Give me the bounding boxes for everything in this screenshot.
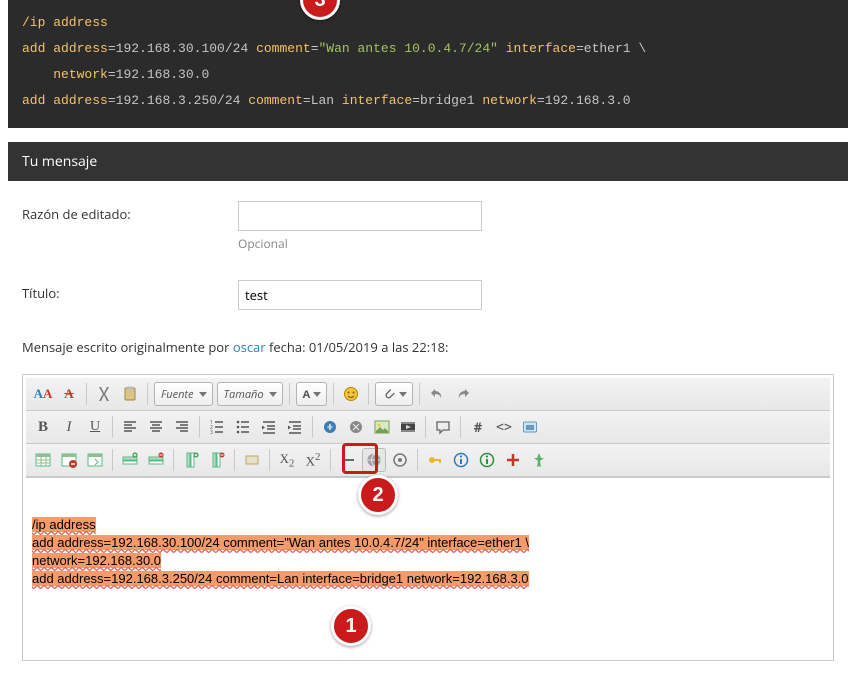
annotation-badge-2: 2: [358, 475, 398, 515]
video-button[interactable]: [396, 415, 420, 439]
info-green-button[interactable]: [475, 448, 499, 472]
separator-icon: [460, 416, 461, 438]
superscript-button[interactable]: X2: [301, 448, 325, 472]
separator-icon: [312, 416, 313, 438]
emoji-button[interactable]: [339, 382, 363, 406]
font-color-select[interactable]: A: [296, 382, 328, 406]
target-button[interactable]: [388, 448, 412, 472]
hash-button[interactable]: #: [466, 415, 490, 439]
separator-icon: [269, 449, 270, 471]
code-line: add address=192.168.30.100/24 comment="W…: [22, 36, 834, 62]
svg-text:3: 3: [210, 430, 213, 435]
toolbar-row-3: X2 X2: [26, 444, 830, 477]
unlink-button[interactable]: [344, 415, 368, 439]
separator-icon: [112, 416, 113, 438]
title-label: Título:: [22, 280, 238, 302]
separator-icon: [333, 383, 334, 405]
annotation-box-2: [342, 443, 378, 474]
plus-button[interactable]: [501, 448, 525, 472]
col-delete-button[interactable]: [205, 448, 229, 472]
toolbar-row-2: B I U 123 # <>: [26, 411, 830, 444]
underline-button[interactable]: U: [83, 415, 107, 439]
table-props-button[interactable]: [83, 448, 107, 472]
editor-text: /ip address: [32, 517, 96, 532]
separator-icon: [173, 449, 174, 471]
separator-icon: [86, 383, 87, 405]
editor-text: add address=192.168.3.250/24 comment=Lan…: [32, 571, 529, 586]
size-select[interactable]: Tamaño: [217, 382, 283, 406]
ordered-list-button[interactable]: 123: [205, 415, 229, 439]
editor-text: network=192.168.30.0: [32, 553, 161, 568]
separator-icon: [419, 383, 420, 405]
original-message-info: Mensaje escrito originalmente por oscar …: [22, 338, 834, 356]
key-button[interactable]: [423, 448, 447, 472]
bold-button[interactable]: B: [31, 415, 55, 439]
separator-icon: [330, 449, 331, 471]
rich-text-editor: AA A Fuente Tamaño A B: [22, 374, 834, 661]
text-color-button[interactable]: AA: [31, 382, 55, 406]
editor-content-area[interactable]: /ip address add address=192.168.30.100/2…: [26, 477, 830, 657]
undo-button[interactable]: [425, 382, 449, 406]
separator-icon: [112, 449, 113, 471]
italic-button[interactable]: I: [57, 415, 81, 439]
separator-icon: [234, 449, 235, 471]
separator-icon: [417, 449, 418, 471]
separator-icon: [199, 416, 200, 438]
message-form: Tu mensaje Razón de editado: Opcional Tí…: [8, 142, 848, 681]
separator-icon: [289, 383, 290, 405]
table-button[interactable]: [31, 448, 55, 472]
edit-reason-hint: Opcional: [238, 235, 482, 252]
cut-button[interactable]: [92, 382, 116, 406]
code-line: /ip address: [22, 10, 834, 36]
separator-icon: [147, 383, 148, 405]
redo-button[interactable]: [451, 382, 475, 406]
title-input[interactable]: [238, 280, 482, 310]
separator-icon: [425, 416, 426, 438]
code-token: /ip address: [22, 15, 108, 30]
image-button[interactable]: [370, 415, 394, 439]
col-insert-button[interactable]: [179, 448, 203, 472]
quote-button[interactable]: [431, 415, 455, 439]
edit-reason-row: Razón de editado: Opcional: [22, 201, 834, 252]
paste-button[interactable]: [118, 382, 142, 406]
info-button[interactable]: [449, 448, 473, 472]
indent-button[interactable]: [283, 415, 307, 439]
subscript-button[interactable]: X2: [275, 448, 299, 472]
unordered-list-button[interactable]: [231, 415, 255, 439]
source-button[interactable]: <>: [492, 415, 516, 439]
code-line: add address=192.168.3.250/24 comment=Lan…: [22, 88, 834, 114]
align-right-button[interactable]: [170, 415, 194, 439]
row-delete-button[interactable]: [144, 448, 168, 472]
screenshot-button[interactable]: [518, 415, 542, 439]
remove-format-button[interactable]: A: [57, 382, 81, 406]
pin-button[interactable]: [527, 448, 551, 472]
original-user-link[interactable]: oscar: [233, 338, 266, 356]
editor-text: add address=192.168.30.100/24 comment="W…: [32, 535, 529, 550]
link-button[interactable]: [318, 415, 342, 439]
edit-reason-label: Razón de editado:: [22, 201, 238, 223]
align-center-button[interactable]: [144, 415, 168, 439]
font-select[interactable]: Fuente: [154, 382, 213, 406]
annotation-badge-1: 1: [331, 606, 371, 646]
title-row: Título:: [22, 280, 834, 310]
cell-props-button[interactable]: [240, 448, 264, 472]
outdent-button[interactable]: [257, 415, 281, 439]
section-title: Tu mensaje: [8, 142, 848, 181]
align-left-button[interactable]: [118, 415, 142, 439]
table-delete-button[interactable]: [57, 448, 81, 472]
code-line: network=192.168.30.0: [22, 62, 834, 88]
row-insert-button[interactable]: [118, 448, 142, 472]
edit-reason-input[interactable]: [238, 201, 482, 231]
toolbar-row-1: AA A Fuente Tamaño A: [26, 378, 830, 411]
code-block: /ip address add address=192.168.30.100/2…: [8, 0, 848, 128]
attach-select[interactable]: [375, 382, 413, 406]
separator-icon: [368, 383, 369, 405]
